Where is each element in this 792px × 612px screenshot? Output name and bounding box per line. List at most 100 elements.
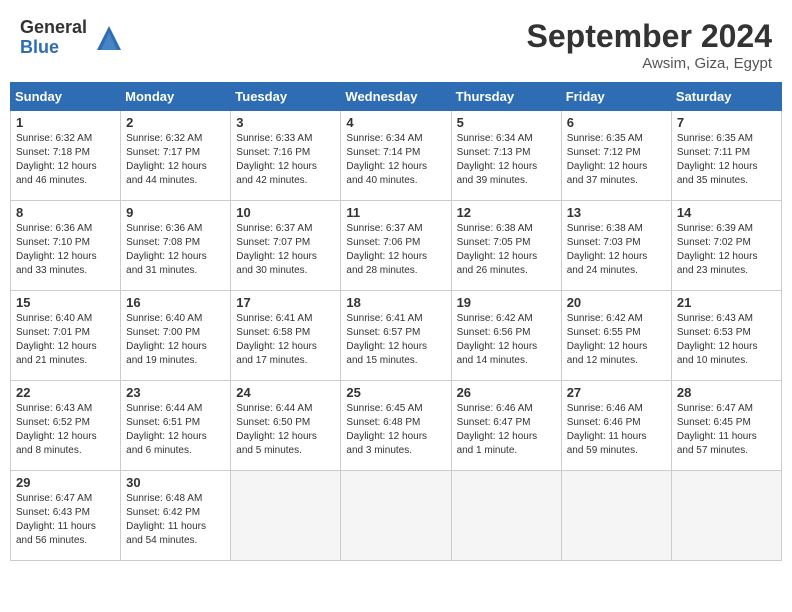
day-8: 8 Sunrise: 6:36 AM Sunset: 7:10 PM Dayli… [11, 201, 121, 291]
day-number: 9 [126, 205, 225, 220]
day-info: Sunrise: 6:34 AM Sunset: 7:14 PM Dayligh… [346, 132, 445, 188]
day-info: Sunrise: 6:36 AM Sunset: 7:08 PM Dayligh… [126, 222, 225, 278]
day-info: Sunrise: 6:36 AM Sunset: 7:10 PM Dayligh… [16, 222, 115, 278]
day-5: 5 Sunrise: 6:34 AM Sunset: 7:13 PM Dayli… [451, 111, 561, 201]
day-info: Sunrise: 6:44 AM Sunset: 6:51 PM Dayligh… [126, 402, 225, 458]
col-thursday: Thursday [451, 83, 561, 111]
day-number: 21 [677, 295, 776, 310]
day-info: Sunrise: 6:35 AM Sunset: 7:11 PM Dayligh… [677, 132, 776, 188]
day-number: 27 [567, 385, 666, 400]
location: Awsim, Giza, Egypt [527, 55, 772, 72]
day-info: Sunrise: 6:41 AM Sunset: 6:58 PM Dayligh… [236, 312, 335, 368]
day-number: 6 [567, 115, 666, 130]
day-info: Sunrise: 6:47 AM Sunset: 6:43 PM Dayligh… [16, 492, 115, 548]
empty-cell [561, 471, 671, 561]
day-15: 15 Sunrise: 6:40 AM Sunset: 7:01 PM Dayl… [11, 291, 121, 381]
day-13: 13 Sunrise: 6:38 AM Sunset: 7:03 PM Dayl… [561, 201, 671, 291]
col-saturday: Saturday [671, 83, 781, 111]
day-1: 1 Sunrise: 6:32 AM Sunset: 7:18 PM Dayli… [11, 111, 121, 201]
day-number: 7 [677, 115, 776, 130]
week-row-4: 22 Sunrise: 6:43 AM Sunset: 6:52 PM Dayl… [11, 381, 782, 471]
day-info: Sunrise: 6:32 AM Sunset: 7:17 PM Dayligh… [126, 132, 225, 188]
day-6: 6 Sunrise: 6:35 AM Sunset: 7:12 PM Dayli… [561, 111, 671, 201]
day-info: Sunrise: 6:34 AM Sunset: 7:13 PM Dayligh… [457, 132, 556, 188]
day-19: 19 Sunrise: 6:42 AM Sunset: 6:56 PM Dayl… [451, 291, 561, 381]
day-info: Sunrise: 6:37 AM Sunset: 7:06 PM Dayligh… [346, 222, 445, 278]
day-2: 2 Sunrise: 6:32 AM Sunset: 7:17 PM Dayli… [121, 111, 231, 201]
day-number: 22 [16, 385, 115, 400]
empty-cell [341, 471, 451, 561]
empty-cell [671, 471, 781, 561]
day-info: Sunrise: 6:40 AM Sunset: 7:00 PM Dayligh… [126, 312, 225, 368]
day-7: 7 Sunrise: 6:35 AM Sunset: 7:11 PM Dayli… [671, 111, 781, 201]
day-number: 14 [677, 205, 776, 220]
day-info: Sunrise: 6:35 AM Sunset: 7:12 PM Dayligh… [567, 132, 666, 188]
day-info: Sunrise: 6:42 AM Sunset: 6:55 PM Dayligh… [567, 312, 666, 368]
day-17: 17 Sunrise: 6:41 AM Sunset: 6:58 PM Dayl… [231, 291, 341, 381]
week-row-2: 8 Sunrise: 6:36 AM Sunset: 7:10 PM Dayli… [11, 201, 782, 291]
day-info: Sunrise: 6:39 AM Sunset: 7:02 PM Dayligh… [677, 222, 776, 278]
day-26: 26 Sunrise: 6:46 AM Sunset: 6:47 PM Dayl… [451, 381, 561, 471]
empty-cell [451, 471, 561, 561]
col-tuesday: Tuesday [231, 83, 341, 111]
day-30: 30 Sunrise: 6:48 AM Sunset: 6:42 PM Dayl… [121, 471, 231, 561]
col-wednesday: Wednesday [341, 83, 451, 111]
day-number: 8 [16, 205, 115, 220]
day-21: 21 Sunrise: 6:43 AM Sunset: 6:53 PM Dayl… [671, 291, 781, 381]
day-info: Sunrise: 6:32 AM Sunset: 7:18 PM Dayligh… [16, 132, 115, 188]
month-title: September 2024 [527, 18, 772, 55]
day-number: 5 [457, 115, 556, 130]
day-24: 24 Sunrise: 6:44 AM Sunset: 6:50 PM Dayl… [231, 381, 341, 471]
day-number: 18 [346, 295, 445, 310]
day-number: 3 [236, 115, 335, 130]
day-20: 20 Sunrise: 6:42 AM Sunset: 6:55 PM Dayl… [561, 291, 671, 381]
calendar-table: Sunday Monday Tuesday Wednesday Thursday… [10, 82, 782, 561]
logo: General Blue [20, 18, 125, 58]
day-25: 25 Sunrise: 6:45 AM Sunset: 6:48 PM Dayl… [341, 381, 451, 471]
day-number: 19 [457, 295, 556, 310]
day-18: 18 Sunrise: 6:41 AM Sunset: 6:57 PM Dayl… [341, 291, 451, 381]
day-11: 11 Sunrise: 6:37 AM Sunset: 7:06 PM Dayl… [341, 201, 451, 291]
day-info: Sunrise: 6:43 AM Sunset: 6:52 PM Dayligh… [16, 402, 115, 458]
day-3: 3 Sunrise: 6:33 AM Sunset: 7:16 PM Dayli… [231, 111, 341, 201]
day-14: 14 Sunrise: 6:39 AM Sunset: 7:02 PM Dayl… [671, 201, 781, 291]
day-number: 16 [126, 295, 225, 310]
week-row-3: 15 Sunrise: 6:40 AM Sunset: 7:01 PM Dayl… [11, 291, 782, 381]
day-info: Sunrise: 6:45 AM Sunset: 6:48 PM Dayligh… [346, 402, 445, 458]
day-info: Sunrise: 6:38 AM Sunset: 7:05 PM Dayligh… [457, 222, 556, 278]
day-number: 20 [567, 295, 666, 310]
day-number: 12 [457, 205, 556, 220]
day-info: Sunrise: 6:42 AM Sunset: 6:56 PM Dayligh… [457, 312, 556, 368]
day-info: Sunrise: 6:44 AM Sunset: 6:50 PM Dayligh… [236, 402, 335, 458]
day-number: 17 [236, 295, 335, 310]
day-28: 28 Sunrise: 6:47 AM Sunset: 6:45 PM Dayl… [671, 381, 781, 471]
col-friday: Friday [561, 83, 671, 111]
day-number: 30 [126, 475, 225, 490]
day-number: 13 [567, 205, 666, 220]
day-29: 29 Sunrise: 6:47 AM Sunset: 6:43 PM Dayl… [11, 471, 121, 561]
logo-icon [93, 22, 125, 54]
day-27: 27 Sunrise: 6:46 AM Sunset: 6:46 PM Dayl… [561, 381, 671, 471]
col-sunday: Sunday [11, 83, 121, 111]
day-9: 9 Sunrise: 6:36 AM Sunset: 7:08 PM Dayli… [121, 201, 231, 291]
day-number: 28 [677, 385, 776, 400]
day-12: 12 Sunrise: 6:38 AM Sunset: 7:05 PM Dayl… [451, 201, 561, 291]
day-number: 1 [16, 115, 115, 130]
logo-text: General Blue [20, 18, 87, 58]
day-number: 10 [236, 205, 335, 220]
day-info: Sunrise: 6:40 AM Sunset: 7:01 PM Dayligh… [16, 312, 115, 368]
day-number: 25 [346, 385, 445, 400]
day-number: 26 [457, 385, 556, 400]
day-23: 23 Sunrise: 6:44 AM Sunset: 6:51 PM Dayl… [121, 381, 231, 471]
calendar-header-row: Sunday Monday Tuesday Wednesday Thursday… [11, 83, 782, 111]
day-info: Sunrise: 6:33 AM Sunset: 7:16 PM Dayligh… [236, 132, 335, 188]
page-header: General Blue September 2024 Awsim, Giza,… [10, 10, 782, 76]
day-number: 23 [126, 385, 225, 400]
day-info: Sunrise: 6:43 AM Sunset: 6:53 PM Dayligh… [677, 312, 776, 368]
week-row-1: 1 Sunrise: 6:32 AM Sunset: 7:18 PM Dayli… [11, 111, 782, 201]
day-number: 11 [346, 205, 445, 220]
day-16: 16 Sunrise: 6:40 AM Sunset: 7:00 PM Dayl… [121, 291, 231, 381]
day-number: 4 [346, 115, 445, 130]
col-monday: Monday [121, 83, 231, 111]
day-4: 4 Sunrise: 6:34 AM Sunset: 7:14 PM Dayli… [341, 111, 451, 201]
